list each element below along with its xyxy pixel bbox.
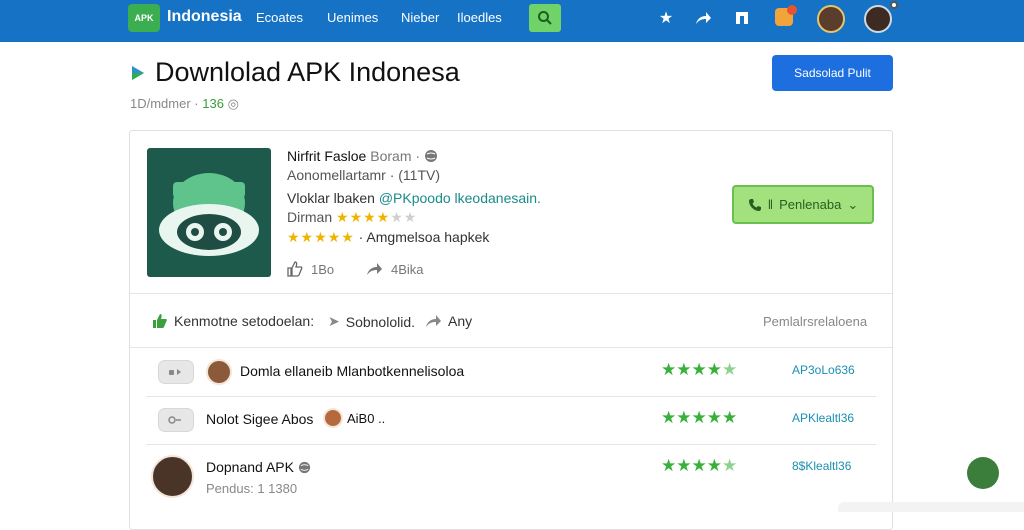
divider [130,293,892,294]
floating-action-button[interactable] [967,457,999,489]
app-rating-line: Dirman ★★★★★★ [287,209,417,226]
brand-name[interactable]: Indonesia [167,8,242,26]
notification-badge [787,5,797,15]
shares-stat[interactable]: 4Bika [365,261,424,277]
meta-count: 136 [202,96,224,111]
filter-label: Kenmotne setodoelan: [174,313,315,329]
row-title[interactable]: Nolot Sigee Abos [206,411,313,427]
avatar[interactable] [817,5,845,33]
like-icon [153,314,167,328]
avatar [206,359,232,385]
share-icon [367,263,382,275]
toggle-icon [168,416,181,424]
like-icon [287,261,303,277]
filter-option-label: Sobnololid. [345,313,416,330]
nav-link-4[interactable]: Iloedles [457,10,502,25]
likes-stat[interactable]: 1Bo [287,261,334,277]
stars-filled: ★★★★ [661,456,722,475]
toggle-icon [169,369,181,375]
stars-filled: ★★★★★ [661,408,738,427]
row-rating: ★★★★★ [661,456,737,476]
download-icon [132,66,144,80]
stars-empty: ★ [721,360,738,379]
app-info-line: Aonomellartamr · (11TV) [287,167,441,183]
share-icon[interactable] [693,8,713,28]
row-title[interactable]: Domla ellaneib Mlanbotkennelisoloa [240,363,464,379]
meta-suffix: ◎ [227,96,239,111]
row-rating: ★★★★★ [661,360,737,380]
likes-count: 1Bo [311,261,335,277]
filter-option-label: Any [448,313,473,329]
nav-link-2[interactable]: Uenimes [327,10,378,25]
app-review-line: ★★★★★ · Amgmelsoa hapkek [287,229,489,246]
shares-count: 4Bika [391,261,424,277]
nav-link-3[interactable]: Nieber [401,10,439,25]
user-avatar[interactable] [864,5,892,33]
logo-text: APK [134,13,154,23]
search-button[interactable] [529,4,561,32]
review-stars: ★★★★★ [287,229,355,245]
install-separator: ‖ [767,197,774,212]
app-icon[interactable] [147,148,271,277]
review-text: · Amgmelsoa hapkek [358,229,490,245]
stars-empty: ★ [721,456,738,475]
divider [130,347,892,348]
row-toggle[interactable] [158,360,194,384]
app-name: Nirfrit Fasloe Boram · [287,148,438,164]
site-logo[interactable]: APK [128,4,160,32]
phone-icon [748,198,761,211]
meta-prefix: 1D/mdmer · [130,96,199,111]
rating-stars: ★★★★★★ [336,209,417,225]
arrow-icon: ➤ [328,313,340,329]
page-meta: 1D/mdmer · 136 ◎ [130,96,239,112]
avatar [323,408,343,428]
filter-bar: Kenmotne setodoelan: [152,313,314,329]
row-link[interactable]: AP3oLo636 [792,363,855,377]
divider [146,444,876,445]
bookmark-icon[interactable] [732,8,752,28]
app-description: Vloklar lbaken @PKpoodo lkeodanesain. [287,190,541,206]
rating-label: Dirman [287,209,333,225]
search-icon [538,11,552,25]
row-toggle[interactable] [158,408,194,432]
row-rating: ★★★★★ [661,408,737,428]
install-button-label: Penlenaba [779,197,842,212]
filter-option-any[interactable]: Any [424,313,472,329]
stars-filled: ★★★★ [661,360,722,379]
nav-link-1[interactable]: Ecoates [256,10,303,25]
row-subtitle: Pendus: 1 1380 [206,481,298,496]
star-icon[interactable]: ★ [656,8,676,28]
stars-empty: ★★ [390,209,418,225]
globe-icon [298,461,310,474]
filter-sort-link[interactable]: Pemlalrsrelaloena [763,314,867,329]
divider [146,396,876,397]
share-icon [426,315,441,327]
stars-filled: ★★★★ [336,209,391,225]
row-link[interactable]: APKlealtl36 [792,411,854,425]
install-button[interactable]: ‖ Penlenaba ⌄ [732,185,874,224]
app-name-text: Nirfrit Fasloe [287,148,367,164]
row-title-text: Dopnand APK [206,459,294,475]
avatar [151,455,194,498]
primary-action-button[interactable]: Sadsolad Pulit [772,55,893,91]
row-title-extra: AiB0 .. [347,411,386,426]
globe-icon [424,150,437,162]
robot-icon [159,173,259,256]
app-name-sub: Boram · [370,148,421,164]
row-title[interactable]: Dopnand APK [206,459,311,475]
app-developer-link[interactable]: @PKpoodo lkeodanesain. [379,190,541,206]
chevron-down-icon: ⌄ [847,196,859,212]
row-link[interactable]: 8$Klealtl36 [792,459,851,473]
page-title: Downlolad APK Indonesa [155,57,460,87]
app-description-text: Vloklar lbaken [287,190,375,206]
filter-option-download[interactable]: ➤ Sobnololid. [328,313,415,330]
status-dot [890,1,898,9]
bottom-chip [838,502,1024,512]
